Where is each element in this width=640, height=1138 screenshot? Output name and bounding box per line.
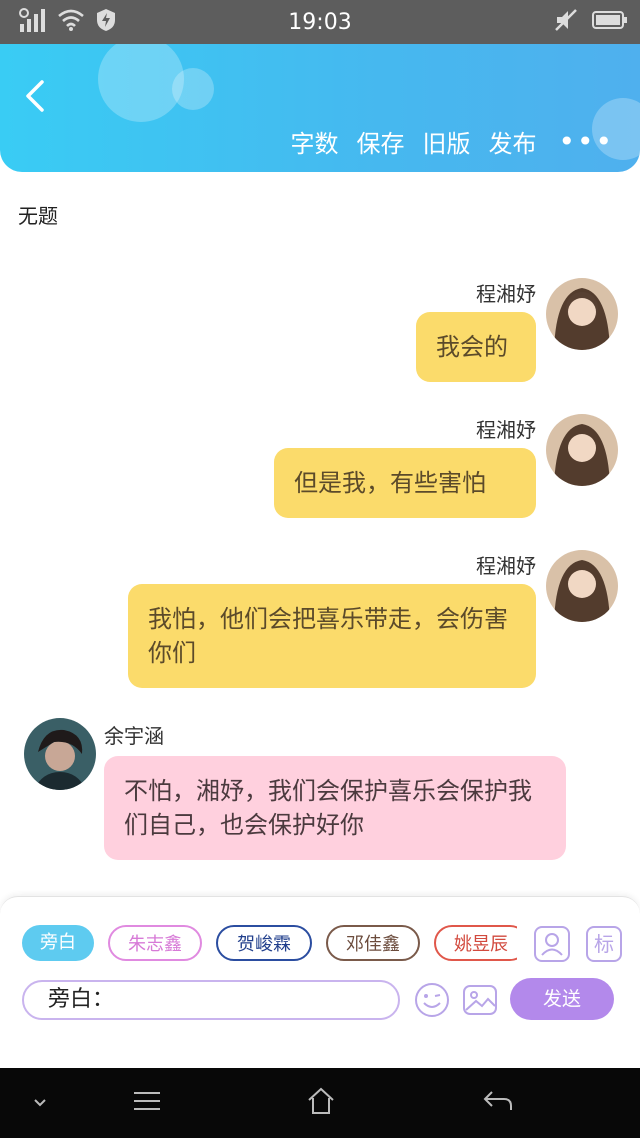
message-bubble[interactable]: 不怕，湘妤，我们会保护喜乐会保护我们自己，也会保护好你 — [104, 756, 566, 860]
back-icon[interactable] — [18, 76, 50, 116]
status-bar: 19:03 — [0, 0, 640, 44]
message-author: 余宇涵 — [104, 724, 164, 748]
message-author: 程湘妤 — [476, 282, 536, 306]
status-right-icons — [554, 8, 628, 32]
avatar[interactable] — [546, 414, 618, 486]
chevron-down-icon[interactable] — [32, 1096, 48, 1110]
back-nav-icon[interactable] — [482, 1088, 514, 1114]
more-menu-button[interactable]: ••• — [558, 125, 614, 158]
header-decoration — [98, 44, 184, 122]
character-chip[interactable]: 朱志鑫 — [108, 925, 202, 961]
image-icon[interactable] — [462, 982, 498, 1018]
send-button[interactable]: 发送 — [510, 978, 614, 1020]
message-author: 程湘妤 — [476, 418, 536, 442]
mute-icon — [555, 9, 577, 31]
avatar[interactable] — [546, 278, 618, 350]
character-chip[interactable]: 邓佳鑫 — [326, 925, 420, 961]
message-bubble[interactable]: 但是我，有些害怕 — [274, 448, 536, 518]
message-author: 程湘妤 — [476, 554, 536, 578]
system-nav-bar — [0, 1068, 640, 1138]
header-decoration — [172, 68, 214, 110]
mark-button[interactable]: 标 — [586, 926, 622, 962]
status-time: 19:03 — [288, 10, 352, 35]
avatar[interactable] — [24, 718, 96, 790]
add-character-button[interactable] — [534, 926, 570, 962]
message-bubble[interactable]: 我怕，他们会把喜乐带走，会伤害你们 — [128, 584, 536, 688]
message-bubble[interactable]: 我会的 — [416, 312, 536, 382]
character-chip-narrator[interactable]: 旁白 — [22, 925, 94, 961]
person-icon — [541, 933, 563, 956]
message-input[interactable]: 旁白： — [22, 980, 400, 1020]
character-chip[interactable]: 姚昱辰 — [434, 925, 517, 961]
document-title[interactable]: 无题 — [18, 200, 58, 229]
character-chip[interactable]: 贺峻霖 — [216, 925, 312, 961]
save-button[interactable]: 保存 — [356, 124, 404, 159]
word-count-button[interactable]: 字数 — [290, 124, 338, 159]
emoji-icon[interactable] — [414, 982, 450, 1018]
battery-icon — [592, 11, 627, 29]
home-icon[interactable] — [306, 1086, 336, 1116]
toolbar: 字数 保存 旧版 发布 ••• — [290, 124, 640, 159]
avatar[interactable] — [546, 550, 618, 622]
publish-button[interactable]: 发布 — [488, 124, 536, 159]
character-chip-list: 旁白 朱志鑫 贺峻霖 邓佳鑫 姚昱辰 — [22, 925, 517, 965]
old-version-button[interactable]: 旧版 — [422, 124, 470, 159]
menu-icon[interactable] — [132, 1088, 162, 1114]
